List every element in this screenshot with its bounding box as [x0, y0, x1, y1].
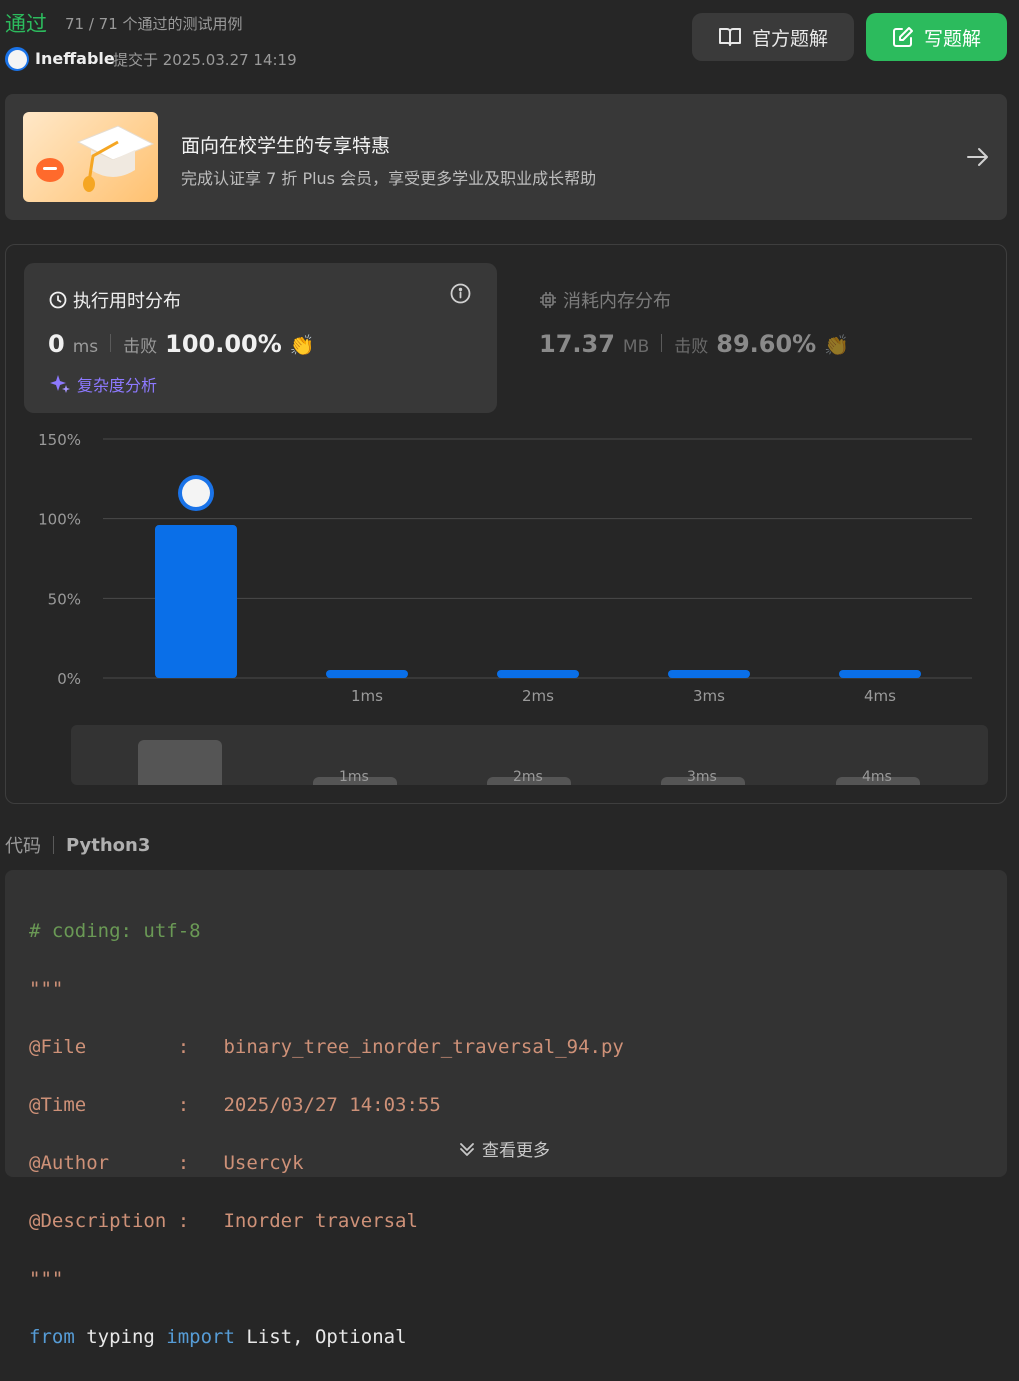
chart-range-navigator[interactable]: 1ms 2ms 3ms 4ms	[71, 725, 988, 785]
code-header: 代码 Python3	[5, 832, 150, 858]
username[interactable]: Ineffable	[35, 49, 115, 68]
view-more-button[interactable]: 查看更多	[458, 1136, 550, 1161]
chart-bar	[839, 670, 921, 678]
runtime-title: 执行用时分布	[49, 287, 181, 313]
complexity-analysis-link[interactable]: 复杂度分析	[49, 372, 157, 396]
memory-title-label: 消耗内存分布	[563, 291, 671, 312]
code-line: """	[29, 978, 64, 1000]
view-more-label: 查看更多	[482, 1141, 550, 1161]
official-solution-label: 官方题解	[751, 27, 828, 50]
y-tick-label: 0%	[57, 670, 81, 688]
passed-cases: 71 / 71 个通过的测试用例	[65, 15, 243, 33]
code-language: Python3	[66, 834, 151, 856]
memory-value: 17.37	[539, 330, 615, 358]
runtime-row: 0 ms 击败 100.00% 👏	[48, 330, 315, 358]
y-tick-label: 150%	[38, 431, 81, 449]
divider	[661, 334, 663, 352]
divider	[110, 334, 112, 352]
navigator-label: 4ms	[862, 769, 892, 785]
banner-title: 面向在校学生的专享特惠	[181, 135, 391, 157]
user-marker-face	[182, 479, 210, 508]
chart-bar	[668, 670, 750, 678]
x-tick-label: 1ms	[351, 687, 383, 705]
info-icon[interactable]	[450, 283, 471, 304]
memory-tab[interactable]: 消耗内存分布	[539, 287, 671, 313]
code-line: @Description : Inorder traversal	[29, 1210, 418, 1232]
chip-icon	[540, 292, 556, 308]
x-tick-label: 4ms	[864, 687, 896, 705]
x-tick-label: 3ms	[693, 687, 725, 705]
memory-beat-value: 89.60%	[716, 330, 817, 358]
runtime-distribution-chart: 0% 50% 100% 150% 1ms 2ms 3ms 4ms	[38, 431, 972, 705]
book-icon	[718, 28, 741, 46]
navigator-label: 3ms	[687, 769, 717, 785]
navigator-label: 2ms	[513, 769, 543, 785]
clap-icon: 👏	[824, 333, 850, 357]
submission-status: 通过	[5, 12, 47, 36]
code-label: 代码	[5, 836, 41, 857]
edit-icon	[892, 27, 913, 47]
clap-icon: 👏	[289, 333, 315, 357]
code-line: @File : binary_tree_inorder_traversal_94…	[29, 1036, 624, 1058]
code-line: @Time : 2025/03/27 14:03:55	[29, 1094, 441, 1116]
graduation-cap-icon	[23, 112, 158, 202]
complexity-label: 复杂度分析	[77, 376, 158, 395]
chart-bar	[155, 525, 237, 678]
y-tick-label: 100%	[38, 511, 81, 529]
code-content: # coding: utf-8 """ @File : binary_tree_…	[29, 888, 624, 1381]
official-solution-button[interactable]: 官方题解	[692, 13, 854, 61]
memory-unit: MB	[622, 337, 650, 357]
divider	[53, 836, 54, 854]
runtime-unit: ms	[72, 337, 99, 357]
clock-icon	[49, 291, 67, 309]
memory-beat-label: 击败	[674, 337, 709, 357]
user-avatar[interactable]	[5, 47, 29, 71]
memory-row: 17.37 MB 击败 89.60% 👏	[539, 330, 849, 358]
chart-bar	[497, 670, 579, 678]
navigator-bar	[138, 740, 222, 785]
arrow-right-icon[interactable]	[963, 142, 993, 172]
code-line: """	[29, 1268, 64, 1290]
x-tick-label: 2ms	[522, 687, 554, 705]
chevron-double-down-icon	[460, 1142, 474, 1156]
write-solution-label: 写题解	[923, 27, 981, 50]
sparkle-icon	[50, 375, 70, 393]
write-solution-button[interactable]: 写题解	[866, 13, 1007, 61]
submit-time: 提交于 2025.03.27 14:19	[113, 51, 297, 69]
avatar-icon	[7, 49, 27, 69]
banner-subtitle: 完成认证享 7 折 Plus 会员，享受更多学业及职业成长帮助	[181, 169, 597, 188]
code-line: # coding: utf-8	[29, 920, 201, 942]
runtime-title-label: 执行用时分布	[73, 291, 181, 312]
y-tick-label: 50%	[48, 590, 81, 608]
navigator-label: 1ms	[339, 769, 369, 785]
code-line: from typing import List, Optional	[29, 1326, 407, 1348]
runtime-beat-label: 击败	[123, 337, 158, 357]
chart-bar	[326, 670, 408, 678]
runtime-value: 0	[48, 330, 65, 358]
runtime-beat-value: 100.00%	[165, 330, 282, 358]
